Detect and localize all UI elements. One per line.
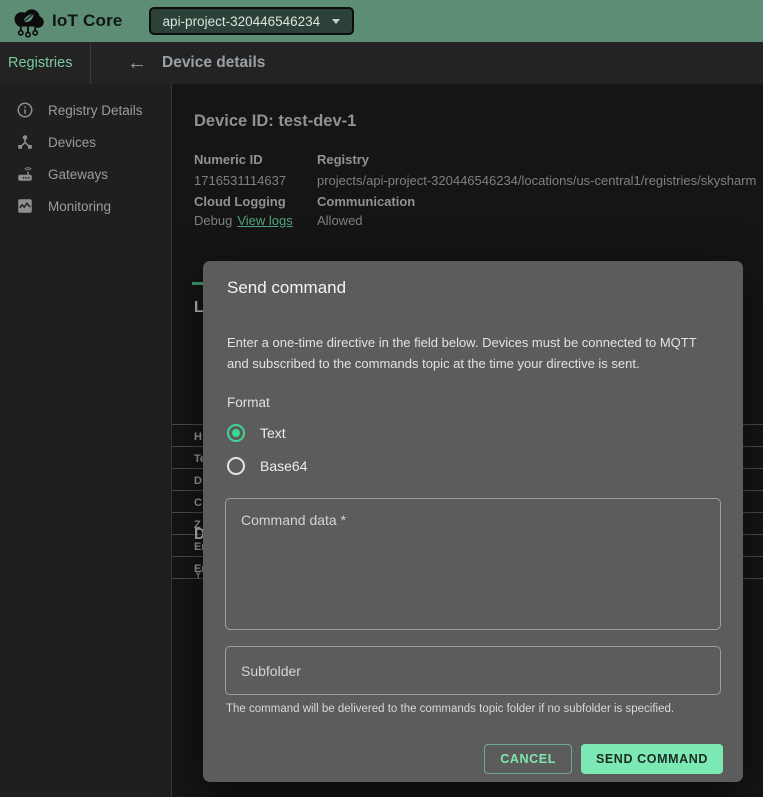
sidebar-item-label: Registry Details bbox=[48, 103, 143, 118]
device-id-title: Device ID: test-dev-1 bbox=[194, 112, 356, 131]
project-selector[interactable]: api-project-320446546234 bbox=[149, 7, 355, 35]
cancel-button[interactable]: CANCEL bbox=[484, 744, 572, 774]
subfolder-helper-text: The command will be delivered to the com… bbox=[226, 703, 674, 715]
info-field-label: Registry bbox=[317, 152, 369, 167]
send-command-dialog: Send command Enter a one-time directive … bbox=[203, 261, 743, 782]
dialog-actions: CANCEL SEND COMMAND bbox=[484, 744, 723, 774]
paragraph-fragment: Y bbox=[194, 568, 202, 582]
dialog-title: Send command bbox=[227, 278, 346, 298]
info-icon bbox=[16, 101, 34, 119]
radio-selected-icon bbox=[227, 424, 245, 442]
app-name: IoT Core bbox=[52, 11, 123, 31]
sidebar-item-label: Devices bbox=[48, 135, 96, 150]
view-logs-link[interactable]: View logs bbox=[237, 213, 292, 228]
format-label: Format bbox=[227, 395, 270, 410]
dialog-description: Enter a one-time directive in the field … bbox=[227, 333, 721, 375]
info-field-label: Communication bbox=[317, 194, 415, 209]
device-hub-icon bbox=[16, 133, 34, 151]
radio-label: Text bbox=[260, 425, 286, 441]
radio-option-text[interactable]: Text bbox=[227, 424, 286, 442]
subfolder-input[interactable] bbox=[225, 646, 721, 695]
info-field-value: DebugView logs bbox=[194, 213, 293, 228]
info-field-label: Cloud Logging bbox=[194, 194, 286, 209]
registries-link[interactable]: Registries bbox=[8, 55, 72, 71]
info-field-value: 1716531114637 bbox=[194, 173, 286, 188]
page-title: Device details bbox=[162, 54, 265, 72]
nav-divider bbox=[90, 42, 91, 84]
command-data-textarea[interactable] bbox=[225, 498, 721, 630]
radio-option-base64[interactable]: Base64 bbox=[227, 457, 307, 475]
top-app-bar: IoT Core api-project-320446546234 bbox=[0, 0, 763, 42]
info-field-value: Allowed bbox=[317, 213, 363, 228]
sidebar-item-registry-details[interactable]: Registry Details bbox=[0, 94, 171, 126]
secondary-nav-bar: Registries ← Device details bbox=[0, 42, 763, 84]
info-field-value: projects/api-project-320446546234/locati… bbox=[317, 173, 763, 188]
project-selector-value: api-project-320446546234 bbox=[163, 14, 321, 29]
sidebar-item-devices[interactable]: Devices bbox=[0, 126, 171, 158]
sidebar: Registry Details Devices Gateways Monito… bbox=[0, 84, 172, 797]
info-field-label: Numeric ID bbox=[194, 152, 263, 167]
sidebar-item-monitoring[interactable]: Monitoring bbox=[0, 190, 171, 222]
send-command-button[interactable]: SEND COMMAND bbox=[581, 744, 723, 774]
radio-unselected-icon bbox=[227, 457, 245, 475]
back-arrow-icon[interactable]: ← bbox=[127, 53, 147, 73]
monitoring-icon bbox=[16, 197, 34, 215]
sidebar-item-label: Gateways bbox=[48, 167, 108, 182]
sidebar-item-gateways[interactable]: Gateways bbox=[0, 158, 171, 190]
sidebar-item-label: Monitoring bbox=[48, 199, 111, 214]
caret-down-icon bbox=[332, 19, 340, 24]
iot-core-cloud-icon bbox=[10, 5, 46, 39]
router-icon bbox=[16, 165, 34, 183]
radio-label: Base64 bbox=[260, 458, 307, 474]
